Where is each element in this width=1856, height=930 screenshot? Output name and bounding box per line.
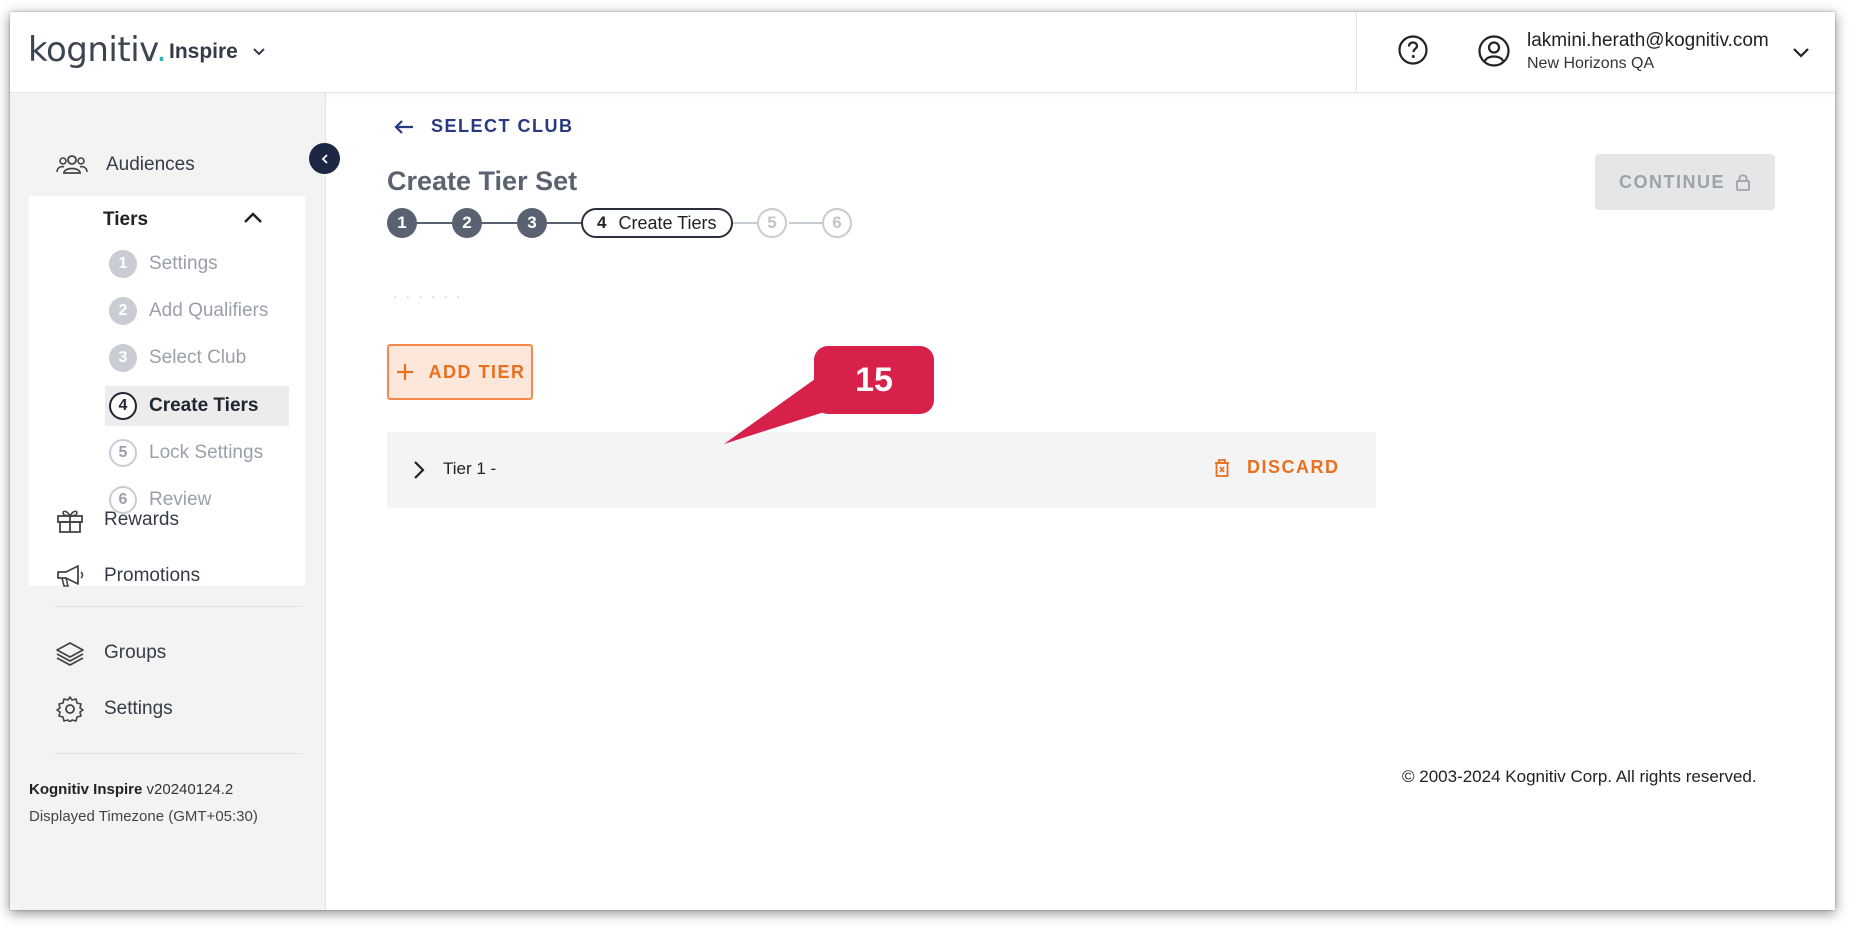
app-window: kognitiv. Inspire lakmini.herath@kogniti… bbox=[10, 12, 1835, 910]
step-callout-badge: 15 bbox=[814, 346, 934, 414]
callout-pointer bbox=[724, 374, 840, 444]
